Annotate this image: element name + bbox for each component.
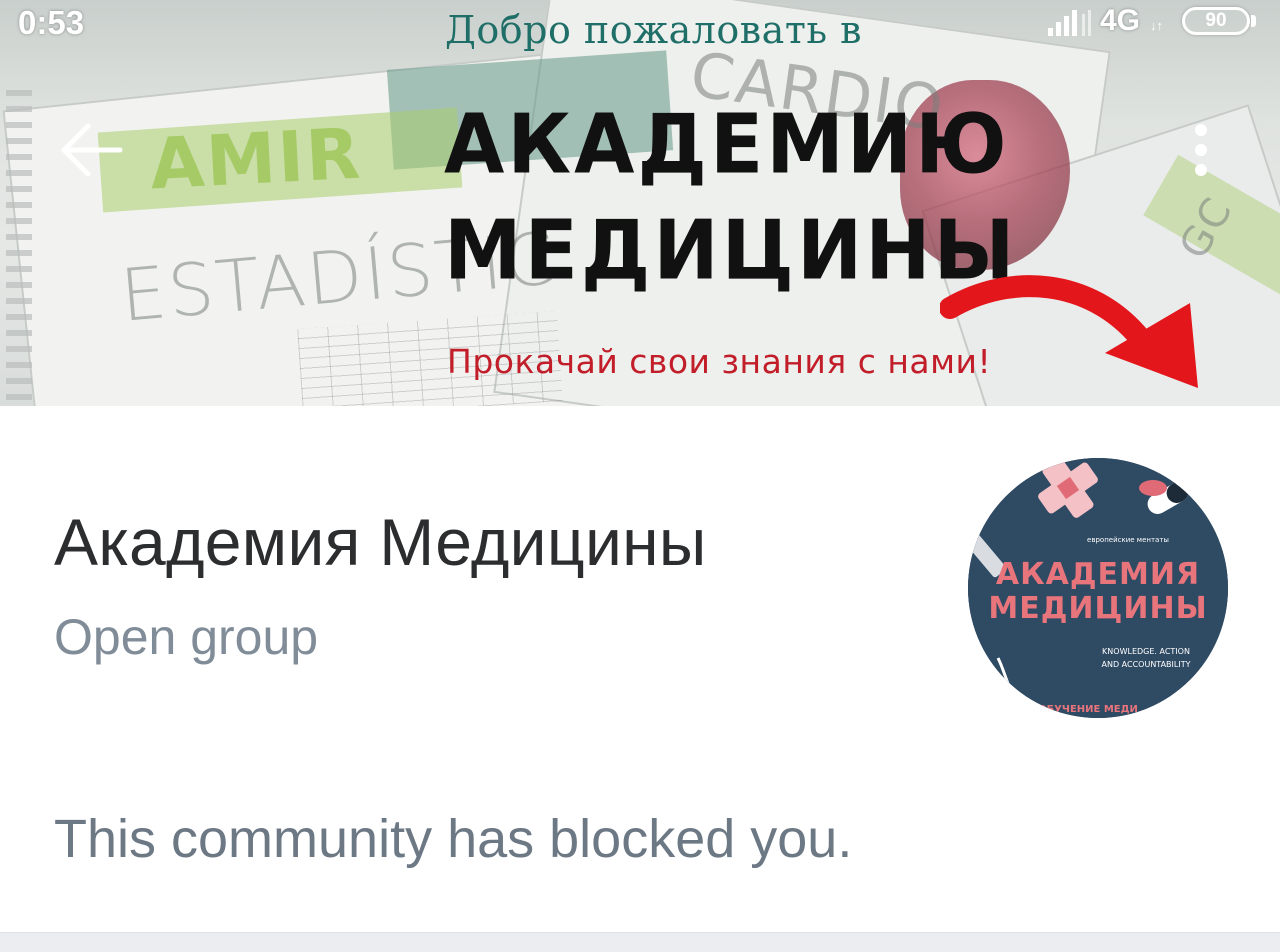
cover-headline-line1: АКАДЕМИЮ xyxy=(444,97,1010,193)
more-vertical-icon xyxy=(1195,124,1207,176)
avatar-title-line1: АКАДЕМИЯ xyxy=(996,557,1200,592)
network-type: 4G xyxy=(1100,4,1141,37)
blocked-message: This community has blocked you. xyxy=(54,809,853,869)
group-avatar[interactable]: европейские ментаты АКАДЕМИЯ МЕДИЦИНЫ KN… xyxy=(968,458,1228,718)
cover-bg-word-amir: AMIR xyxy=(147,112,364,206)
group-info-section: Академия Медицины Open group европейские… xyxy=(0,406,1280,932)
cover-tagline: Прокачай свои знания с нами! xyxy=(447,342,992,381)
arrow-left-icon xyxy=(61,123,123,177)
battery-tip-icon xyxy=(1251,15,1256,27)
bottom-divider xyxy=(0,932,1280,952)
avatar-motto-line2: AND ACCOUNTABILITY xyxy=(1102,660,1191,669)
group-avatar-image: европейские ментаты АКАДЕМИЯ МЕДИЦИНЫ KN… xyxy=(968,458,1228,718)
group-name: Академия Медицины xyxy=(54,505,707,579)
group-page: AMIR ESTADÍSTIC CARDIO GC Добро пожалова… xyxy=(0,0,1280,952)
cover-headline-line2: МЕДИЦИНЫ xyxy=(444,203,1018,299)
cover-spiral-binding xyxy=(6,90,32,406)
back-button[interactable] xyxy=(52,112,132,192)
status-bar: 0:53 4G ↓↑ 90 xyxy=(0,0,1280,46)
network-activity-icon: ↓↑ xyxy=(1150,18,1163,33)
avatar-title-line2: МЕДИЦИНЫ xyxy=(988,591,1207,626)
cover-red-arrow-icon xyxy=(940,275,1198,388)
group-type: Open group xyxy=(54,609,319,665)
avatar-motto-line1: KNOWLEDGE. ACTION xyxy=(1102,647,1190,656)
avatar-bottom-text: ОБУЧЕНИЕ МЕДИ xyxy=(1038,704,1138,715)
cover-image: AMIR ESTADÍSTIC CARDIO GC Добро пожалова… xyxy=(0,0,1280,406)
more-options-button[interactable] xyxy=(1175,112,1231,192)
signal-strength-icon xyxy=(1048,10,1091,36)
status-time: 0:53 xyxy=(18,4,85,41)
battery-level: 90 xyxy=(1205,10,1227,31)
avatar-top-text: европейские ментаты xyxy=(1087,536,1169,544)
battery-icon: 90 xyxy=(1182,7,1250,35)
